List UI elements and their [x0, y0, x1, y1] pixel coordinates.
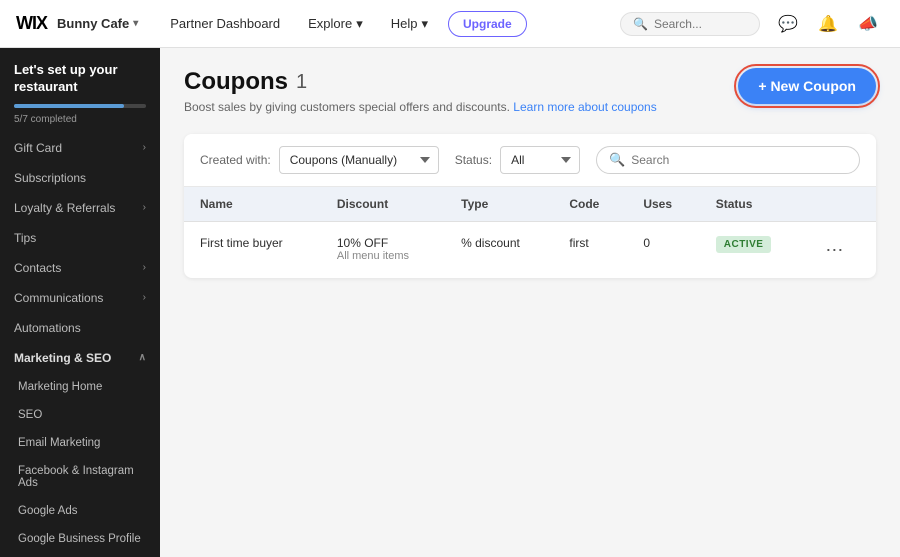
site-name-dropdown[interactable]: Bunny Cafe ▾ [57, 16, 138, 31]
nav-explore[interactable]: Explore ▾ [296, 10, 375, 38]
cell-type: % discount [445, 222, 553, 279]
sidebar-item-automations[interactable]: Automations [0, 313, 160, 343]
global-search-input[interactable] [654, 17, 754, 31]
sidebar-item-social-media[interactable]: Social Media Marketing [0, 553, 160, 557]
loyalty-chevron-icon: › [143, 202, 146, 213]
sidebar-item-marketing-seo[interactable]: Marketing & SEO ∧ [0, 343, 160, 373]
main-content: Coupons 1 Boost sales by giving customer… [160, 48, 900, 557]
created-with-select[interactable]: Coupons (Manually) [279, 146, 439, 174]
page-title: Coupons 1 [184, 68, 657, 96]
new-coupon-button[interactable]: + New Coupon [738, 68, 876, 104]
cell-name: First time buyer [184, 222, 321, 279]
sidebar-item-communications[interactable]: Communications › [0, 283, 160, 313]
page-subtitle: Boost sales by giving customers special … [184, 100, 657, 114]
sidebar-item-marketing-home[interactable]: Marketing Home [0, 373, 160, 401]
megaphone-icon[interactable]: 📣 [852, 8, 884, 40]
nav-help[interactable]: Help ▾ [379, 10, 440, 38]
bell-icon[interactable]: 🔔 [812, 8, 844, 40]
created-with-filter: Created with: Coupons (Manually) [200, 146, 439, 174]
table-row: First time buyer 10% OFF All menu items … [184, 222, 876, 279]
page-title-area: Coupons 1 Boost sales by giving customer… [184, 68, 657, 114]
status-filter: Status: All [455, 146, 580, 174]
sidebar-item-loyalty[interactable]: Loyalty & Referrals › [0, 193, 160, 223]
help-chevron-icon: ▾ [421, 16, 428, 32]
col-type: Type [445, 187, 553, 222]
site-name-chevron-icon: ▾ [133, 18, 138, 29]
cell-uses: 0 [627, 222, 699, 279]
created-with-label: Created with: [200, 153, 271, 167]
sidebar-item-google-ads[interactable]: Google Ads [0, 497, 160, 525]
sidebar-item-seo[interactable]: SEO [0, 401, 160, 429]
sidebar-item-google-business[interactable]: Google Business Profile [0, 525, 160, 553]
sidebar-item-tips[interactable]: Tips [0, 223, 160, 253]
content-header: Coupons 1 Boost sales by giving customer… [184, 68, 876, 114]
coupon-search-box[interactable]: 🔍 [596, 146, 860, 174]
col-uses: Uses [627, 187, 699, 222]
status-filter-label: Status: [455, 153, 492, 167]
coupon-search-icon: 🔍 [609, 152, 625, 168]
status-badge: ACTIVE [716, 236, 772, 253]
marketing-chevron-icon: ∧ [139, 352, 146, 363]
coupon-count: 1 [296, 71, 307, 94]
coupons-table: Name Discount Type Code Uses Status Firs… [184, 187, 876, 278]
col-status: Status [700, 187, 805, 222]
cell-more[interactable]: ⋯ [804, 222, 876, 279]
sidebar: Let's set up your restaurant 5/7 complet… [0, 48, 160, 557]
filter-bar: Created with: Coupons (Manually) Status:… [184, 134, 876, 187]
gift-card-chevron-icon: › [143, 142, 146, 153]
table-body: First time buyer 10% OFF All menu items … [184, 222, 876, 279]
progress-text: 5/7 completed [0, 112, 160, 133]
global-search-box[interactable]: 🔍 [620, 12, 760, 36]
table-header: Name Discount Type Code Uses Status [184, 187, 876, 222]
cell-discount: 10% OFF All menu items [321, 222, 445, 279]
col-name: Name [184, 187, 321, 222]
communications-chevron-icon: › [143, 292, 146, 303]
upgrade-button[interactable]: Upgrade [448, 11, 527, 37]
contacts-chevron-icon: › [143, 262, 146, 273]
col-code: Code [553, 187, 627, 222]
status-select[interactable]: All [500, 146, 580, 174]
learn-more-link[interactable]: Learn more about coupons [513, 100, 656, 114]
search-icon: 🔍 [633, 17, 648, 31]
sidebar-item-subscriptions[interactable]: Subscriptions [0, 163, 160, 193]
coupon-search-input[interactable] [631, 153, 847, 167]
col-discount: Discount [321, 187, 445, 222]
cell-status: ACTIVE [700, 222, 805, 279]
explore-chevron-icon: ▾ [356, 16, 363, 32]
chat-icon[interactable]: 💬 [772, 8, 804, 40]
nav-icon-group: 💬 🔔 📣 [772, 8, 884, 40]
coupons-card: Created with: Coupons (Manually) Status:… [184, 134, 876, 278]
top-navigation: WIX Bunny Cafe ▾ Partner Dashboard Explo… [0, 0, 900, 48]
sidebar-item-email-marketing[interactable]: Email Marketing [0, 429, 160, 457]
main-layout: Let's set up your restaurant 5/7 complet… [0, 48, 900, 557]
col-actions [804, 187, 876, 222]
nav-partner-dashboard[interactable]: Partner Dashboard [158, 10, 292, 37]
more-options-button[interactable]: ⋯ [820, 236, 848, 264]
cell-code: first [553, 222, 627, 279]
sidebar-item-gift-card[interactable]: Gift Card › [0, 133, 160, 163]
wix-logo: WIX [16, 13, 47, 34]
sidebar-item-facebook-ads[interactable]: Facebook & Instagram Ads [0, 457, 160, 497]
sidebar-item-contacts[interactable]: Contacts › [0, 253, 160, 283]
nav-links: Partner Dashboard Explore ▾ Help ▾ Upgra… [158, 10, 604, 38]
sidebar-header: Let's set up your restaurant [0, 48, 160, 104]
progress-bar [0, 104, 160, 112]
